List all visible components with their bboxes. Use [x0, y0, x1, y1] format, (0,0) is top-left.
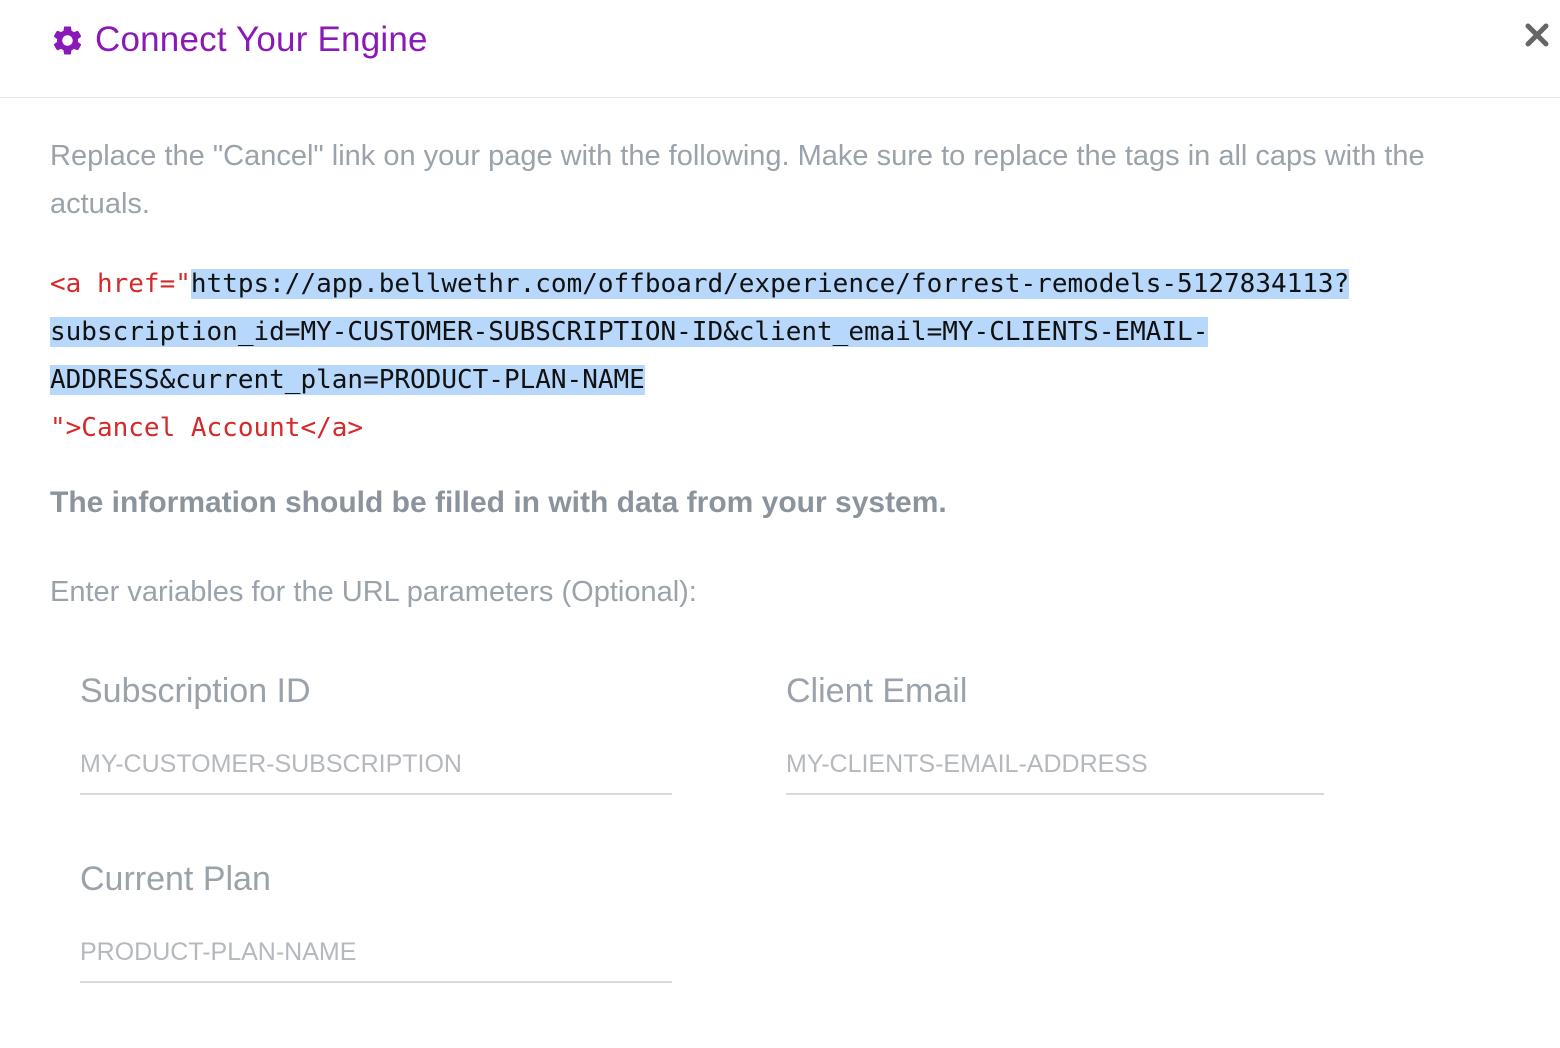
modal-title: Connect Your Engine: [95, 20, 428, 59]
close-icon[interactable]: [1522, 20, 1552, 50]
info-note: The information should be filled in with…: [50, 486, 947, 519]
current-plan-label: Current Plan: [80, 860, 271, 898]
connect-engine-modal: Connect Your Engine Replace the "Cancel"…: [0, 0, 1560, 1048]
code-line-4: ">Cancel Account</a>: [50, 404, 1510, 452]
modal-title-group: Connect Your Engine: [50, 16, 428, 64]
code-url-part-1: https://app.bellwethr.com/offboard/exper…: [190, 269, 1350, 299]
code-line-2: subscription_id=MY-CUSTOMER-SUBSCRIPTION…: [50, 308, 1510, 356]
gear-icon: [50, 23, 85, 58]
instructions-text: Replace the "Cancel" link on your page w…: [50, 140, 1425, 220]
code-line-3: ADDRESS&current_plan=PRODUCT-PLAN-NAME: [50, 356, 1510, 404]
subscription-id-group: Subscription ID: [80, 672, 672, 795]
code-open-tag: <a href=": [50, 269, 191, 299]
modal-header: Connect Your Engine: [0, 0, 1560, 98]
client-email-group: Client Email: [786, 672, 1324, 795]
code-url-part-2: subscription_id=MY-CUSTOMER-SUBSCRIPTION…: [50, 317, 1209, 347]
current-plan-group: Current Plan: [80, 860, 672, 983]
current-plan-input[interactable]: [80, 934, 672, 983]
subscription-id-input[interactable]: [80, 746, 672, 795]
subscription-id-label: Subscription ID: [80, 672, 311, 710]
variables-label: Enter variables for the URL parameters (…: [50, 576, 697, 608]
code-line-1: <a href="https://app.bellwethr.com/offbo…: [50, 260, 1510, 308]
code-close-tag: ">Cancel Account</a>: [50, 413, 364, 443]
code-url-part-3: ADDRESS&current_plan=PRODUCT-PLAN-NAME: [50, 365, 645, 395]
code-snippet[interactable]: <a href="https://app.bellwethr.com/offbo…: [50, 260, 1510, 452]
client-email-label: Client Email: [786, 672, 968, 710]
client-email-input[interactable]: [786, 746, 1324, 795]
